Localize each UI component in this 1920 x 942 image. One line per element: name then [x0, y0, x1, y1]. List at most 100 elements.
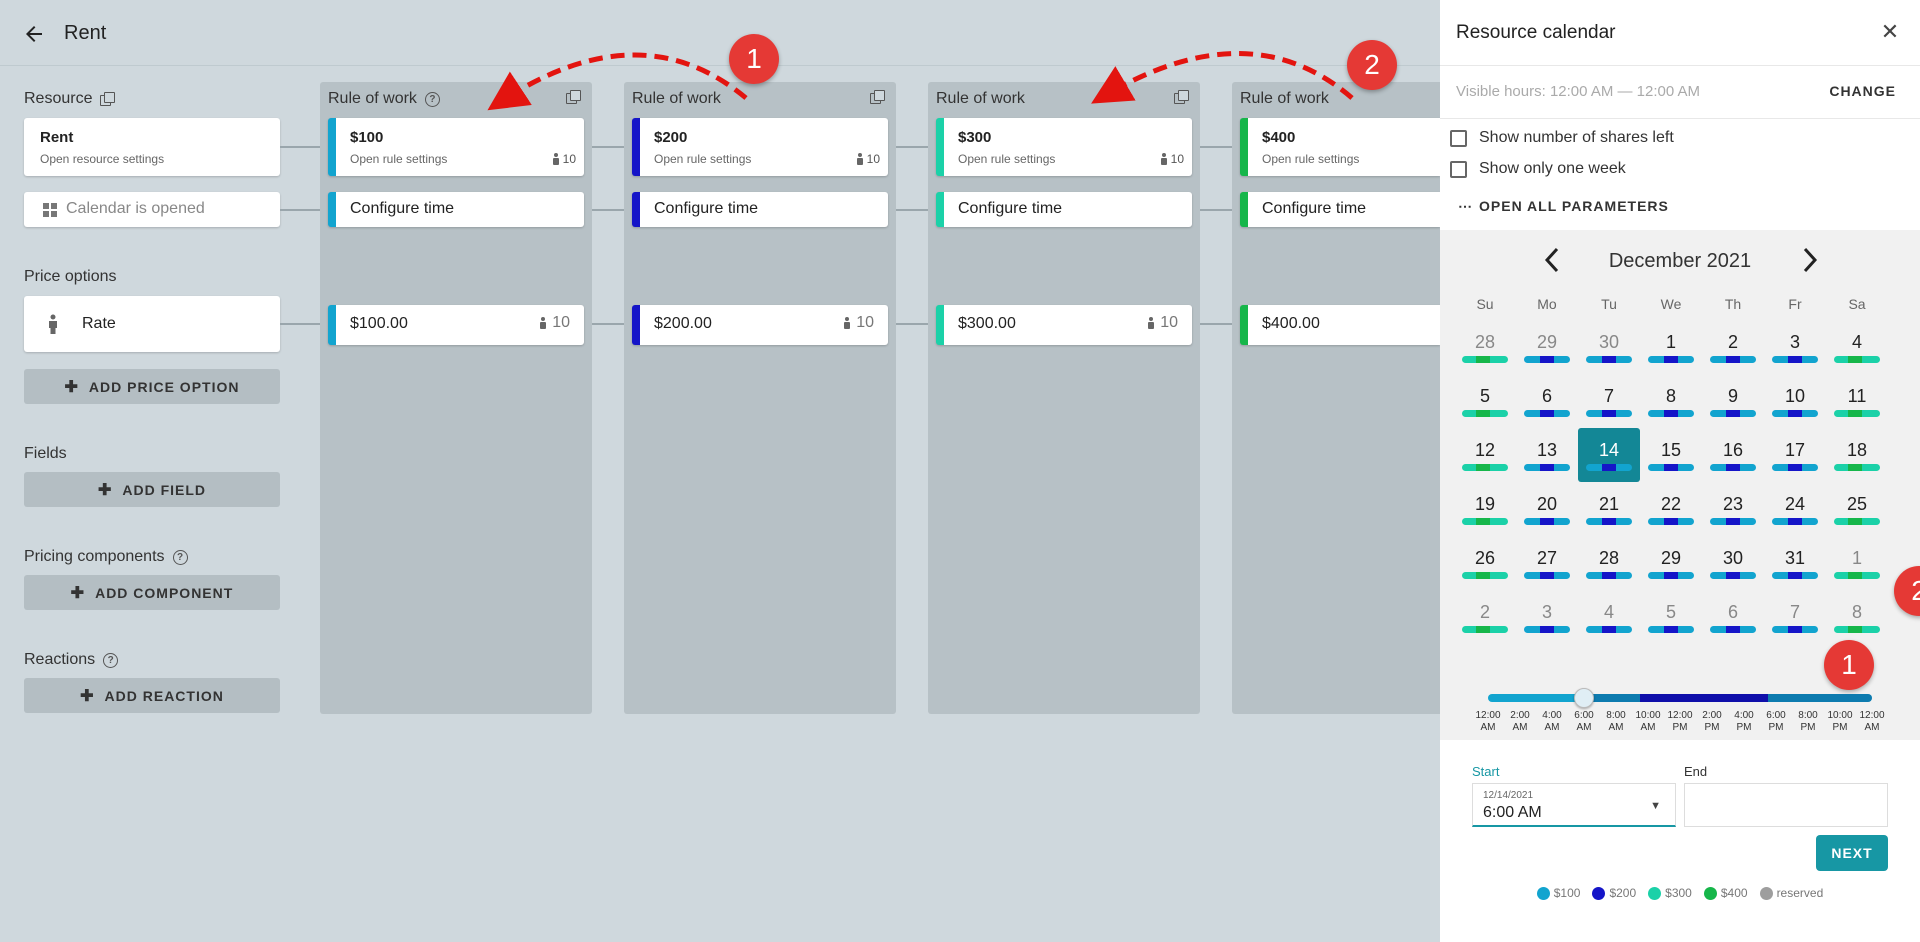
calendar-day-selected[interactable]: 14: [1578, 428, 1640, 482]
calendar-day[interactable]: 4: [1826, 320, 1888, 374]
add-component-button[interactable]: ✚ ADD COMPONENT: [24, 575, 280, 610]
legend-dot-icon: [1703, 886, 1717, 900]
availability-bar: [1710, 410, 1756, 417]
add-reaction-button[interactable]: ✚ ADD REACTION: [24, 678, 280, 713]
calendar-day[interactable]: 22: [1640, 482, 1702, 536]
checkbox-icon[interactable]: [1450, 160, 1467, 178]
calendar-day[interactable]: 31: [1764, 536, 1826, 590]
calendar-day[interactable]: 5: [1454, 374, 1516, 428]
price-card[interactable]: $200.00 10: [632, 305, 888, 345]
calendar-day[interactable]: 6: [1516, 374, 1578, 428]
calendar-day[interactable]: 1: [1640, 320, 1702, 374]
availability-bar: [1834, 356, 1880, 363]
availability-segment: [1710, 410, 1726, 417]
availability-segment: [1862, 572, 1880, 579]
close-icon[interactable]: ✕: [1878, 19, 1902, 44]
hours-slider[interactable]: [1488, 694, 1872, 702]
calendar-day[interactable]: 12: [1454, 428, 1516, 482]
calendar-day[interactable]: 3: [1516, 590, 1578, 644]
calendar-day[interactable]: 20: [1516, 482, 1578, 536]
calendar-day[interactable]: 3: [1764, 320, 1826, 374]
rate-card[interactable]: Rate: [24, 296, 280, 352]
calendar-day[interactable]: 27: [1516, 536, 1578, 590]
calendar-day[interactable]: 7: [1578, 374, 1640, 428]
availability-segment: [1788, 626, 1802, 633]
calendar-day[interactable]: 2: [1454, 590, 1516, 644]
day-number: 14: [1598, 440, 1620, 460]
open-all-parameters-button[interactable]: ⋯ OPEN ALL PARAMETERS: [1458, 198, 1669, 215]
day-number: 31: [1784, 548, 1806, 568]
calendar-day[interactable]: 9: [1702, 374, 1764, 428]
add-field-button[interactable]: ✚ ADD FIELD: [24, 472, 280, 507]
chevron-right-icon[interactable]: [1800, 246, 1820, 281]
price-card[interactable]: $300.00 10: [936, 305, 1192, 345]
calendar-day[interactable]: 28: [1454, 320, 1516, 374]
show-shares-checkbox[interactable]: Show number of shares left: [1450, 129, 1674, 147]
availability-segment: [1726, 518, 1740, 525]
availability-bar: [1524, 572, 1570, 579]
visible-hours: Visible hours: 12:00 AM — 12:00 AM: [1456, 83, 1701, 100]
availability-segment: [1476, 464, 1490, 471]
calendar-day[interactable]: 19: [1454, 482, 1516, 536]
availability-segment: [1490, 572, 1508, 579]
slider-handle[interactable]: [1574, 688, 1594, 708]
change-button[interactable]: CHANGE: [1829, 83, 1896, 99]
count-value: 10: [856, 314, 874, 331]
price-card[interactable]: $100.00 10: [328, 305, 584, 345]
calendar-day[interactable]: 16: [1702, 428, 1764, 482]
availability-segment: [1788, 464, 1802, 471]
checkbox-icon[interactable]: [1450, 129, 1467, 147]
calendar-day[interactable]: 18: [1826, 428, 1888, 482]
calendar-day[interactable]: 26: [1454, 536, 1516, 590]
availability-bar: [1834, 626, 1880, 633]
start-date: 12/14/2021: [1483, 790, 1534, 801]
availability-bar: [1586, 356, 1632, 363]
price-card[interactable]: $400.00: [1240, 305, 1440, 345]
calendar-day[interactable]: 5: [1640, 590, 1702, 644]
availability-segment: [1772, 626, 1788, 633]
calendar-day[interactable]: 23: [1702, 482, 1764, 536]
calendar-day[interactable]: 21: [1578, 482, 1640, 536]
start-time-select[interactable]: 12/14/2021 6:00 AM ▼: [1472, 783, 1676, 827]
resource-calendar-panel: Resource calendar ✕ Visible hours: 12:00…: [1440, 0, 1920, 942]
day-number: 28: [1598, 548, 1620, 568]
calendar-day[interactable]: 28: [1578, 536, 1640, 590]
calendar-day[interactable]: 8: [1640, 374, 1702, 428]
day-number: 7: [1603, 386, 1614, 406]
hour-tick-label: 4:00 PM: [1734, 710, 1754, 733]
show-week-checkbox[interactable]: Show only one week: [1450, 160, 1626, 178]
calendar-day[interactable]: 25: [1826, 482, 1888, 536]
help-icon[interactable]: ?: [172, 549, 188, 565]
calendar-day[interactable]: 29: [1640, 536, 1702, 590]
calendar-day[interactable]: 8: [1826, 590, 1888, 644]
section-reactions: Reactions ?: [24, 651, 119, 669]
help-icon[interactable]: ?: [103, 652, 119, 668]
legend-item: $100: [1536, 886, 1580, 900]
add-reaction-label: ADD REACTION: [104, 687, 224, 704]
calendar-day[interactable]: 4: [1578, 590, 1640, 644]
legend-dot-icon: [1592, 886, 1606, 900]
calendar-day[interactable]: 11: [1826, 374, 1888, 428]
next-button[interactable]: NEXT: [1816, 835, 1888, 871]
availability-bar: [1772, 356, 1818, 363]
calendar-day[interactable]: 13: [1516, 428, 1578, 482]
calendar-day[interactable]: 2: [1702, 320, 1764, 374]
availability-segment: [1740, 626, 1756, 633]
calendar-day[interactable]: 24: [1764, 482, 1826, 536]
calendar-day[interactable]: 6: [1702, 590, 1764, 644]
calendar-day[interactable]: 7: [1764, 590, 1826, 644]
calendar-day[interactable]: 10: [1764, 374, 1826, 428]
end-time-field[interactable]: [1684, 783, 1888, 827]
day-number: 29: [1660, 548, 1682, 568]
availability-segment: [1490, 464, 1508, 471]
add-price-option-button[interactable]: ✚ ADD PRICE OPTION: [24, 369, 280, 404]
calendar-day[interactable]: 17: [1764, 428, 1826, 482]
annotation-marker-2: 2: [1347, 40, 1397, 90]
calendar-day[interactable]: 15: [1640, 428, 1702, 482]
availability-bar: [1586, 410, 1632, 417]
calendar-day[interactable]: 1: [1826, 536, 1888, 590]
calendar-day[interactable]: 29: [1516, 320, 1578, 374]
calendar-day[interactable]: 30: [1702, 536, 1764, 590]
availability-segment: [1664, 518, 1678, 525]
calendar-day[interactable]: 30: [1578, 320, 1640, 374]
